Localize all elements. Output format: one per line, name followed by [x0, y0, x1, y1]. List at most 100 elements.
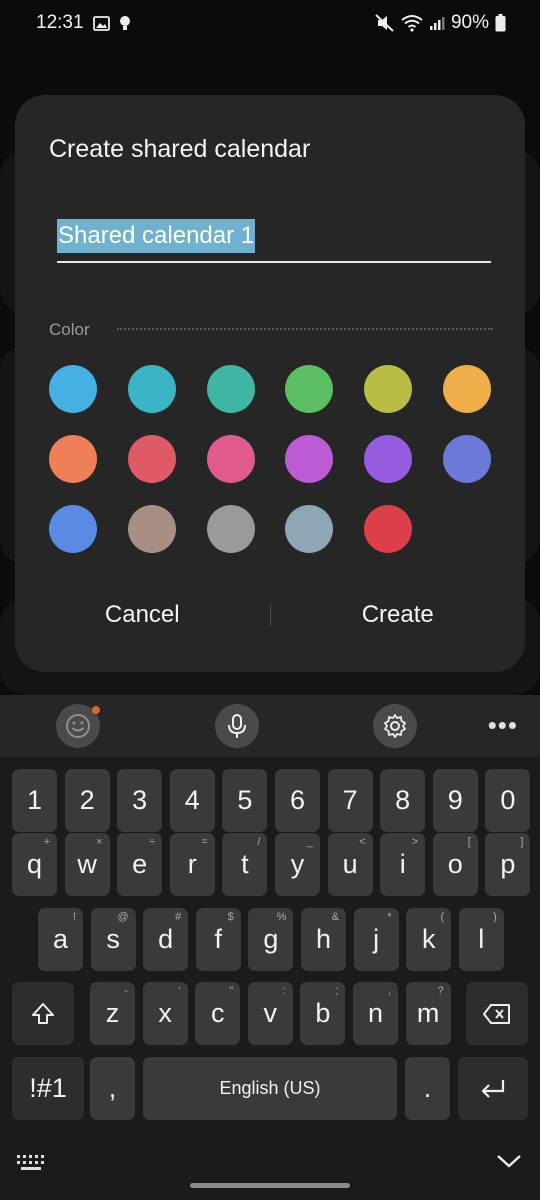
key-6[interactable]: 6: [275, 769, 320, 832]
color-swatch[interactable]: [206, 435, 255, 483]
key-secondary-label: [: [467, 836, 471, 848]
key-4[interactable]: 4: [169, 769, 215, 832]
key-label: v: [263, 998, 278, 1028]
key-k[interactable]: k(: [406, 908, 452, 971]
key-q[interactable]: q +: [12, 833, 57, 896]
key-w[interactable]: w ×: [64, 833, 110, 896]
color-swatch[interactable]: [364, 365, 413, 413]
create-button[interactable]: Create: [271, 601, 526, 629]
key-f[interactable]: f $: [195, 908, 241, 971]
color-swatch[interactable]: [49, 435, 97, 483]
key-g[interactable]: g%: [248, 908, 294, 971]
shift-key[interactable]: [12, 982, 74, 1045]
comma-key[interactable]: ,: [90, 1057, 135, 1120]
color-swatch[interactable]: [364, 505, 413, 553]
key-secondary-label: ]: [520, 836, 524, 848]
key-j[interactable]: j *: [353, 908, 399, 971]
key-secondary-label: ': [178, 985, 181, 997]
key-8[interactable]: 8: [380, 769, 426, 832]
key-label: 5: [237, 785, 253, 815]
key-2[interactable]: 2: [64, 769, 110, 832]
key-y[interactable]: y _: [275, 833, 320, 896]
key-a[interactable]: a!: [38, 908, 83, 971]
key-z[interactable]: z-: [90, 982, 135, 1045]
key-x[interactable]: x ': [142, 982, 188, 1045]
color-swatch[interactable]: [127, 505, 176, 553]
key-label: l: [478, 924, 485, 954]
key-label: 2: [79, 785, 95, 815]
more-icon[interactable]: •••: [488, 712, 518, 738]
key-label: 3: [132, 785, 148, 815]
key-5[interactable]: 5: [222, 769, 268, 832]
key-s[interactable]: s @: [90, 908, 136, 971]
color-swatch[interactable]: [127, 435, 176, 483]
key-p[interactable]: p]: [485, 833, 531, 896]
key-d[interactable]: d #: [143, 908, 189, 971]
key-label: w: [77, 849, 97, 879]
key-0[interactable]: 0: [485, 769, 531, 832]
voice-input-button[interactable]: [215, 704, 259, 748]
key-label: y: [290, 849, 305, 879]
key-3[interactable]: 3: [117, 769, 163, 832]
key-9[interactable]: 9: [432, 769, 478, 832]
notification-dot: [92, 706, 100, 714]
key-label: 9: [447, 785, 463, 815]
key-label: d: [158, 924, 174, 954]
key-label: 6: [289, 785, 306, 815]
hide-keyboard-icon[interactable]: [496, 1153, 522, 1169]
key-i[interactable]: i >: [380, 833, 426, 896]
key-e[interactable]: e ÷: [117, 833, 163, 896]
key-secondary-label: !: [72, 911, 76, 923]
backspace-key[interactable]: [466, 982, 528, 1045]
color-swatch[interactable]: [49, 365, 97, 413]
key-7[interactable]: 7: [327, 769, 373, 832]
key-o[interactable]: o[: [432, 833, 478, 896]
dialog-actions: Cancel Create: [15, 595, 525, 635]
key-label: p: [500, 849, 516, 879]
color-swatch[interactable]: [442, 365, 491, 413]
key-n[interactable]: n,: [353, 982, 398, 1045]
color-swatch[interactable]: [49, 505, 97, 553]
period-key[interactable]: .: [405, 1057, 450, 1120]
color-swatch[interactable]: [206, 505, 255, 553]
color-swatch[interactable]: [285, 435, 334, 483]
color-swatch[interactable]: [442, 435, 491, 483]
keyboard-switch-icon[interactable]: [16, 1153, 46, 1173]
color-swatch[interactable]: [206, 365, 255, 413]
key-u[interactable]: u <: [327, 833, 373, 896]
key-label: j: [373, 924, 380, 954]
shift-icon: [30, 1001, 56, 1027]
color-swatch[interactable]: [285, 365, 334, 413]
key-secondary-label: <: [359, 836, 366, 848]
space-key[interactable]: English (US): [143, 1057, 397, 1120]
calendar-name-input[interactable]: Shared calendar 1: [57, 213, 491, 263]
key-m[interactable]: m?: [405, 982, 451, 1045]
key-b[interactable]: b;: [300, 982, 346, 1045]
color-swatch[interactable]: [285, 505, 334, 553]
color-swatch[interactable]: [364, 435, 413, 483]
key-label: b: [315, 998, 331, 1028]
key-label: i: [399, 849, 406, 879]
bulb-icon: [119, 15, 131, 32]
key-secondary-label: &: [331, 911, 339, 923]
key-secondary-label: $: [227, 911, 234, 923]
key-t[interactable]: t /: [222, 833, 268, 896]
color-label: Color: [49, 320, 90, 339]
enter-key[interactable]: [458, 1057, 528, 1120]
key-1[interactable]: 1: [12, 769, 57, 832]
symbols-key[interactable]: !#1: [12, 1057, 84, 1120]
keyboard-settings-button[interactable]: [373, 704, 417, 748]
key-h[interactable]: h &: [301, 908, 346, 971]
key-v[interactable]: v:: [247, 982, 293, 1045]
key-label: h: [315, 924, 332, 954]
cancel-button[interactable]: Cancel: [15, 601, 270, 629]
key-label: 7: [342, 785, 358, 815]
key-c[interactable]: c ": [195, 982, 241, 1045]
key-l[interactable]: l): [458, 908, 504, 971]
key-r[interactable]: r =: [169, 833, 215, 896]
key-secondary-label: ÷: [149, 836, 156, 848]
key-label: n: [367, 998, 384, 1028]
key-label: q: [26, 849, 43, 879]
emoji-button[interactable]: [56, 704, 100, 748]
color-swatch[interactable]: [127, 365, 176, 413]
